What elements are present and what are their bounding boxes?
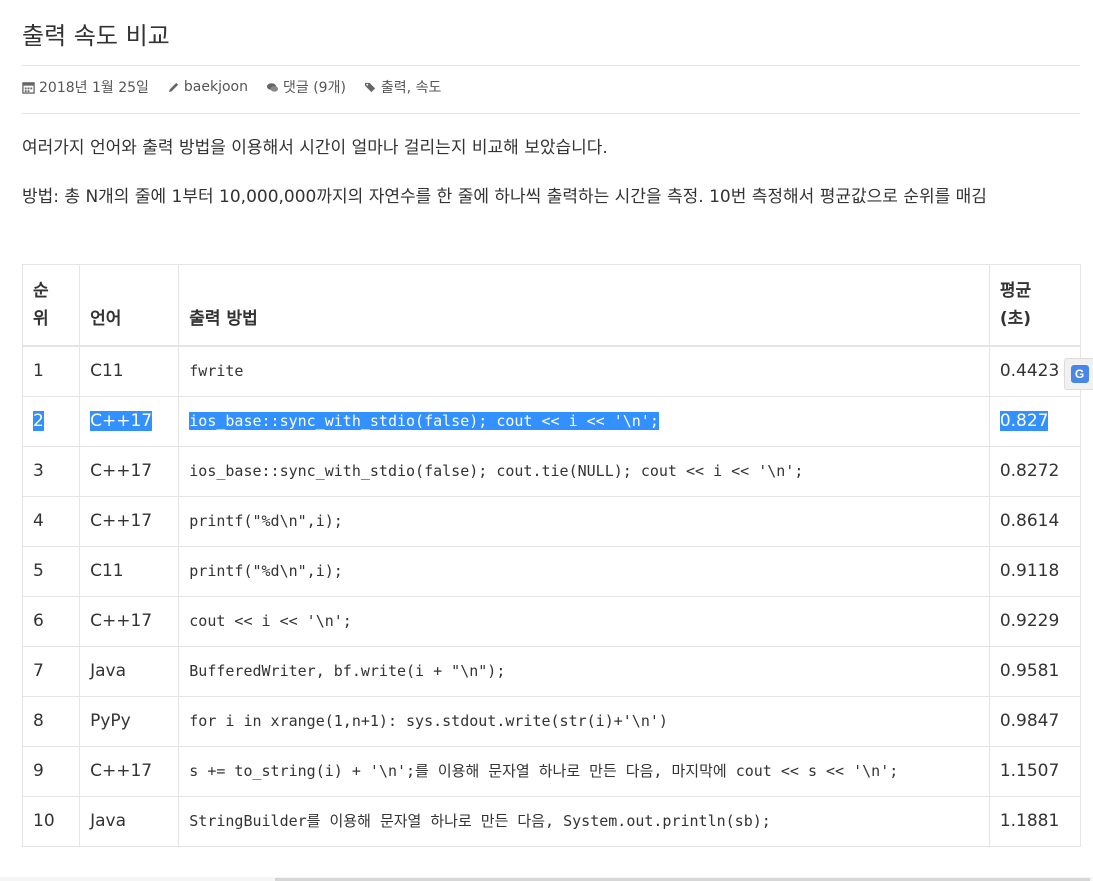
selected-text: 0.827 [999, 411, 1049, 431]
cell-rank: 8 [21, 696, 81, 747]
table-row: 10 Java StringBuilder를 이용해 문자열 하나로 만든 다음… [21, 796, 1082, 847]
post-tags-links[interactable]: 출력, 속도 [381, 77, 441, 97]
cell-method: BufferedWriter, bf.write(i + "\n"); [178, 646, 990, 697]
cell-average: 1.1881 [988, 796, 1082, 847]
table-row: 8 PyPy for i in xrange(1,n+1): sys.stdou… [21, 696, 1082, 747]
cell-average: 0.9847 [988, 696, 1082, 747]
cell-rank: 7 [21, 646, 81, 697]
post-author: baekjoon [167, 79, 248, 95]
comments-icon [266, 82, 279, 92]
cell-language: C++17 [79, 496, 180, 547]
cell-average: 0.9581 [988, 646, 1082, 697]
cell-method: cout << i << '\n'; [178, 596, 990, 647]
cell-method: for i in xrange(1,n+1): sys.stdout.write… [178, 696, 990, 747]
post-date-text[interactable]: 2018년 1월 25일 [39, 77, 149, 97]
cell-rank: 4 [21, 496, 81, 547]
post-author-link[interactable]: baekjoon [184, 79, 248, 95]
header-method: 출력 방법 [178, 264, 990, 347]
cell-language: Java [79, 796, 180, 847]
cell-language: C++17 [79, 746, 180, 797]
cell-rank: 9 [21, 746, 81, 797]
table-row: 4 C++17 printf("%d\n",i); 0.8614 [21, 496, 1082, 547]
table-header-row: 순위 언어 출력 방법 평균(초) [21, 264, 1082, 347]
cell-rank: 1 [21, 345, 81, 397]
cell-method: ios_base::sync_with_stdio(false); cout <… [178, 396, 990, 447]
post-meta: 2018년 1월 25일 baekjoon 댓글 (9개) 출력, 속도 [22, 77, 459, 97]
cell-average: 0.8614 [988, 496, 1082, 547]
cell-average: 0.9229 [988, 596, 1082, 647]
table-row: 3 C++17 ios_base::sync_with_stdio(false)… [21, 446, 1082, 497]
cell-method: s += to_string(i) + '\n';를 이용해 문자열 하나로 만… [178, 746, 990, 797]
tags-icon [364, 82, 376, 92]
method-paragraph: 방법: 총 N개의 줄에 1부터 10,000,000까지의 자연수를 한 줄에… [22, 187, 987, 207]
post-comments: 댓글 (9개) [266, 77, 346, 97]
cell-method: printf("%d\n",i); [178, 496, 990, 547]
table-row: 6 C++17 cout << i << '\n'; 0.9229 [21, 596, 1082, 647]
calendar-icon [22, 81, 35, 94]
cell-language: C++17 [79, 396, 180, 447]
cell-language: C++17 [79, 446, 180, 497]
post-tags: 출력, 속도 [364, 77, 441, 97]
table-row: 1 C11 fwrite 0.4423 [21, 345, 1082, 397]
cell-rank: 10 [21, 796, 81, 847]
table-row: 5 C11 printf("%d\n",i); 0.9118 [21, 546, 1082, 597]
header-rank: 순위 [21, 264, 81, 347]
cell-method: fwrite [178, 345, 990, 397]
selected-text: ios_base::sync_with_stdio(false); cout <… [189, 412, 659, 430]
post-title: 출력 속도 비교 [22, 22, 170, 50]
results-table: 순위 언어 출력 방법 평균(초) 1 C11 fwrite 0.4423 2 … [21, 264, 1082, 847]
pencil-icon [168, 82, 179, 92]
cell-language: C++17 [79, 596, 180, 647]
google-translate-icon: G [1070, 365, 1089, 383]
table-row-selected: 2 C++17 ios_base::sync_with_stdio(false)… [21, 396, 1082, 447]
divider [22, 65, 1080, 66]
cell-method: printf("%d\n",i); [178, 546, 990, 597]
cell-average: 1.1507 [988, 746, 1082, 797]
cell-average: 0.827 [988, 396, 1082, 447]
divider [22, 113, 1080, 114]
cell-rank: 6 [21, 596, 81, 647]
table-row: 7 Java BufferedWriter, bf.write(i + "\n"… [21, 646, 1082, 697]
cell-language: PyPy [79, 696, 180, 747]
header-language: 언어 [79, 264, 180, 347]
post-comments-link[interactable]: 댓글 (9개) [283, 77, 346, 97]
cell-method: StringBuilder를 이용해 문자열 하나로 만든 다음, System… [178, 796, 990, 847]
cell-language: Java [79, 646, 180, 697]
cell-language: C11 [79, 546, 180, 597]
selected-text: 2 [33, 411, 44, 431]
table-row: 9 C++17 s += to_string(i) + '\n';를 이용해 문… [21, 746, 1082, 797]
cell-average: 0.9118 [988, 546, 1082, 597]
google-translate-button[interactable]: G [1064, 358, 1093, 390]
cell-average: 0.8272 [988, 446, 1082, 497]
cell-language: C11 [79, 345, 180, 397]
intro-paragraph: 여러가지 언어와 출력 방법을 이용해서 시간이 얼마나 걸리는지 비교해 보았… [22, 138, 608, 158]
cell-rank: 2 [21, 396, 81, 447]
cell-method: ios_base::sync_with_stdio(false); cout.t… [178, 446, 990, 497]
cell-rank: 3 [21, 446, 81, 497]
cell-rank: 5 [21, 546, 81, 597]
header-average: 평균(초) [988, 264, 1082, 347]
horizontal-scrollbar[interactable] [0, 877, 1093, 881]
post-date: 2018년 1월 25일 [22, 77, 149, 97]
selected-text: C++17 [90, 411, 153, 431]
